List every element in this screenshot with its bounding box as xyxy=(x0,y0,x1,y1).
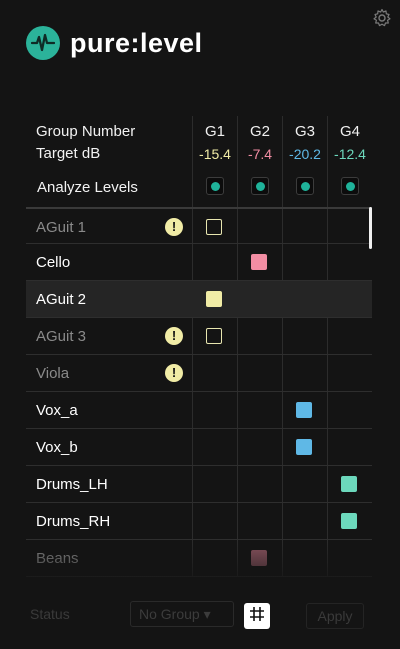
apply-button[interactable]: Apply xyxy=(306,603,364,629)
group-header-g2: G2 xyxy=(249,123,270,140)
group-assign-toggle[interactable] xyxy=(341,513,357,529)
grid-button[interactable] xyxy=(244,603,270,629)
waveform-icon xyxy=(26,26,60,60)
track-row[interactable]: Vox_b xyxy=(26,429,372,466)
target-db-label: Target dB xyxy=(36,145,101,162)
group-header-g3: G3 xyxy=(294,123,315,140)
brand: pure:level xyxy=(26,26,203,60)
group-header-g4: G4 xyxy=(339,123,360,140)
analyze-dot-icon xyxy=(255,181,265,191)
track-name: AGuit 3 xyxy=(36,328,87,345)
analyze-button-g3[interactable] xyxy=(296,177,314,195)
track-row[interactable]: AGuit 3! xyxy=(26,318,372,355)
track-row[interactable]: Drums_LH xyxy=(26,466,372,503)
group-assign-toggle[interactable] xyxy=(296,439,312,455)
group-number-label: Group Number xyxy=(36,123,136,140)
track-name: Beans xyxy=(36,550,79,567)
warning-icon: ! xyxy=(165,364,183,382)
track-name: Vox_b xyxy=(36,439,78,456)
group-header-g1: G1 xyxy=(204,123,225,140)
track-row[interactable]: Viola! xyxy=(26,355,372,392)
track-name: AGuit 1 xyxy=(36,219,87,236)
target-db-g3[interactable]: -20.2 xyxy=(283,146,327,162)
warning-icon: ! xyxy=(165,218,183,236)
track-list[interactable]: AGuit 1! Cello AGuit 2 AGuit 3! Viola! Vox_a V… xyxy=(26,207,372,577)
brand-name: pure:level xyxy=(70,27,203,58)
analyze-button-g1[interactable] xyxy=(206,177,224,195)
analyze-dot-icon xyxy=(345,181,355,191)
target-db-g1[interactable]: -15.4 xyxy=(193,146,237,162)
track-row[interactable]: Vox_a xyxy=(26,392,372,429)
group-assign-toggle[interactable] xyxy=(251,254,267,270)
track-name: Drums_RH xyxy=(36,513,111,530)
grid-icon xyxy=(249,606,265,627)
group-assign-toggle[interactable] xyxy=(206,328,222,344)
group-assign-toggle[interactable] xyxy=(206,219,222,235)
track-name: AGuit 2 xyxy=(36,291,87,308)
track-name: Vox_a xyxy=(36,402,78,419)
group-assign-toggle[interactable] xyxy=(296,402,312,418)
analyze-levels-label: Analyze Levels xyxy=(37,179,138,196)
track-name: Cello xyxy=(36,254,71,271)
track-name: Viola xyxy=(36,365,70,382)
track-row[interactable]: AGuit 1! xyxy=(26,207,372,244)
scrollbar[interactable] xyxy=(369,207,372,249)
analyze-dot-icon xyxy=(300,181,310,191)
group-assign-toggle[interactable] xyxy=(206,291,222,307)
track-row[interactable]: AGuit 2 xyxy=(26,281,372,318)
track-name: Drums_LH xyxy=(36,476,108,493)
track-row[interactable]: Beans xyxy=(26,540,372,577)
group-assign-toggle[interactable] xyxy=(341,476,357,492)
analyze-button-g2[interactable] xyxy=(251,177,269,195)
track-row[interactable]: Cello xyxy=(26,244,372,281)
status-text: Status xyxy=(30,606,70,622)
group-select[interactable]: No Group ▾ xyxy=(130,601,234,627)
target-db-g2[interactable]: -7.4 xyxy=(238,146,282,162)
analyze-button-g4[interactable] xyxy=(341,177,359,195)
track-row[interactable]: Drums_RH xyxy=(26,503,372,540)
gear-icon[interactable] xyxy=(372,8,392,28)
target-db-g4[interactable]: -12.4 xyxy=(328,146,372,162)
group-assign-toggle[interactable] xyxy=(251,550,267,566)
warning-icon: ! xyxy=(165,327,183,345)
analyze-dot-icon xyxy=(210,181,220,191)
